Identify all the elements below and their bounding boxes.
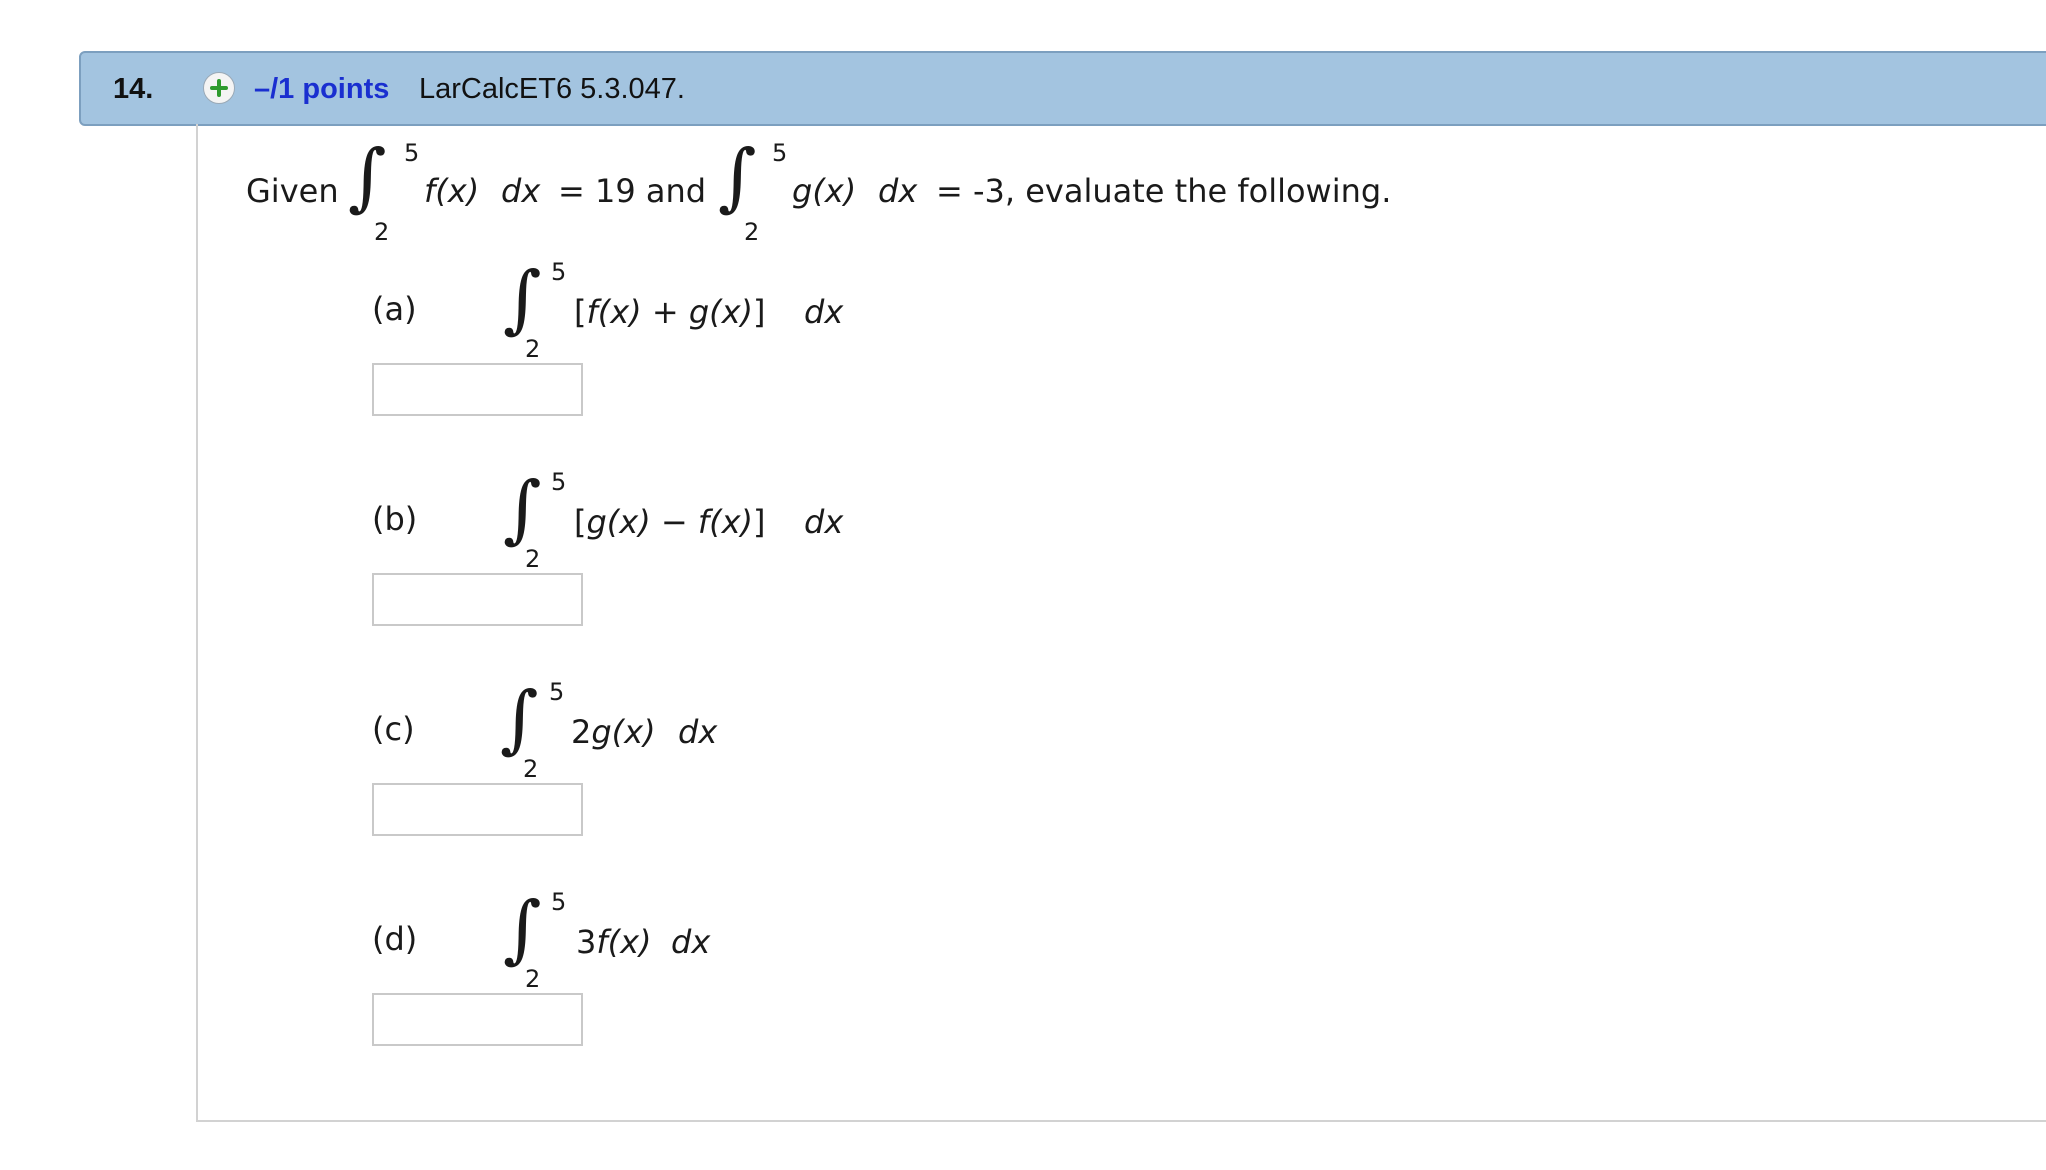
answer-input-d[interactable]	[372, 993, 583, 1046]
differential: dx	[878, 172, 918, 210]
differential: dx	[671, 923, 711, 961]
part-label: (d)	[372, 920, 418, 958]
lower-limit: 2	[523, 755, 539, 783]
upper-limit: 5	[551, 258, 567, 286]
given-prefix: Given	[246, 172, 339, 210]
integrand: f(x)	[424, 172, 480, 210]
question-code: LarCalcET6 5.3.047.	[419, 73, 685, 105]
integrand: [g(x) − f(x)]	[574, 503, 766, 541]
lower-limit: 2	[525, 965, 541, 993]
given-value-f: = 19 and	[558, 172, 707, 210]
integral-sign: ∫	[503, 886, 542, 972]
lower-limit: 2	[744, 218, 760, 246]
differential: dx	[501, 172, 541, 210]
points-label: –/1 points	[254, 73, 390, 105]
upper-limit: 5	[404, 139, 420, 167]
integrand: g(x)	[792, 172, 857, 210]
lower-limit: 2	[525, 335, 541, 363]
lower-limit: 2	[525, 545, 541, 573]
integrand: 3f(x)	[576, 923, 652, 961]
question-number: 14.	[113, 73, 154, 105]
upper-limit: 5	[551, 888, 567, 916]
integral-sign: ∫	[503, 256, 542, 342]
integral-sign: ∫	[718, 134, 757, 220]
part-label: (c)	[372, 710, 415, 748]
answer-input-b[interactable]	[372, 573, 583, 626]
differential: dx	[804, 503, 844, 541]
lower-limit: 2	[374, 218, 390, 246]
integral-sign: ∫	[500, 676, 539, 762]
plus-icon[interactable]	[203, 72, 235, 104]
upper-limit: 5	[549, 678, 565, 706]
question-header: 14. –/1 points LarCalcET6 5.3.047.	[79, 51, 2046, 126]
integrand: 2g(x)	[571, 713, 656, 751]
upper-limit: 5	[772, 139, 788, 167]
part-label: (a)	[372, 290, 417, 328]
differential: dx	[678, 713, 718, 751]
integrand: [f(x) + g(x)]	[574, 293, 766, 331]
answer-input-c[interactable]	[372, 783, 583, 836]
part-label: (b)	[372, 500, 418, 538]
given-value-g: = -3, evaluate the following.	[936, 172, 1392, 210]
answer-input-a[interactable]	[372, 363, 583, 416]
integral-sign: ∫	[348, 134, 387, 220]
differential: dx	[804, 293, 844, 331]
integral-sign: ∫	[503, 466, 542, 552]
upper-limit: 5	[551, 468, 567, 496]
